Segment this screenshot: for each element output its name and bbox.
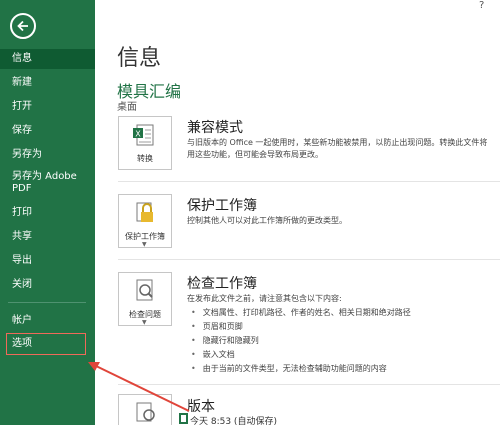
annotation-arrow bbox=[88, 362, 190, 412]
